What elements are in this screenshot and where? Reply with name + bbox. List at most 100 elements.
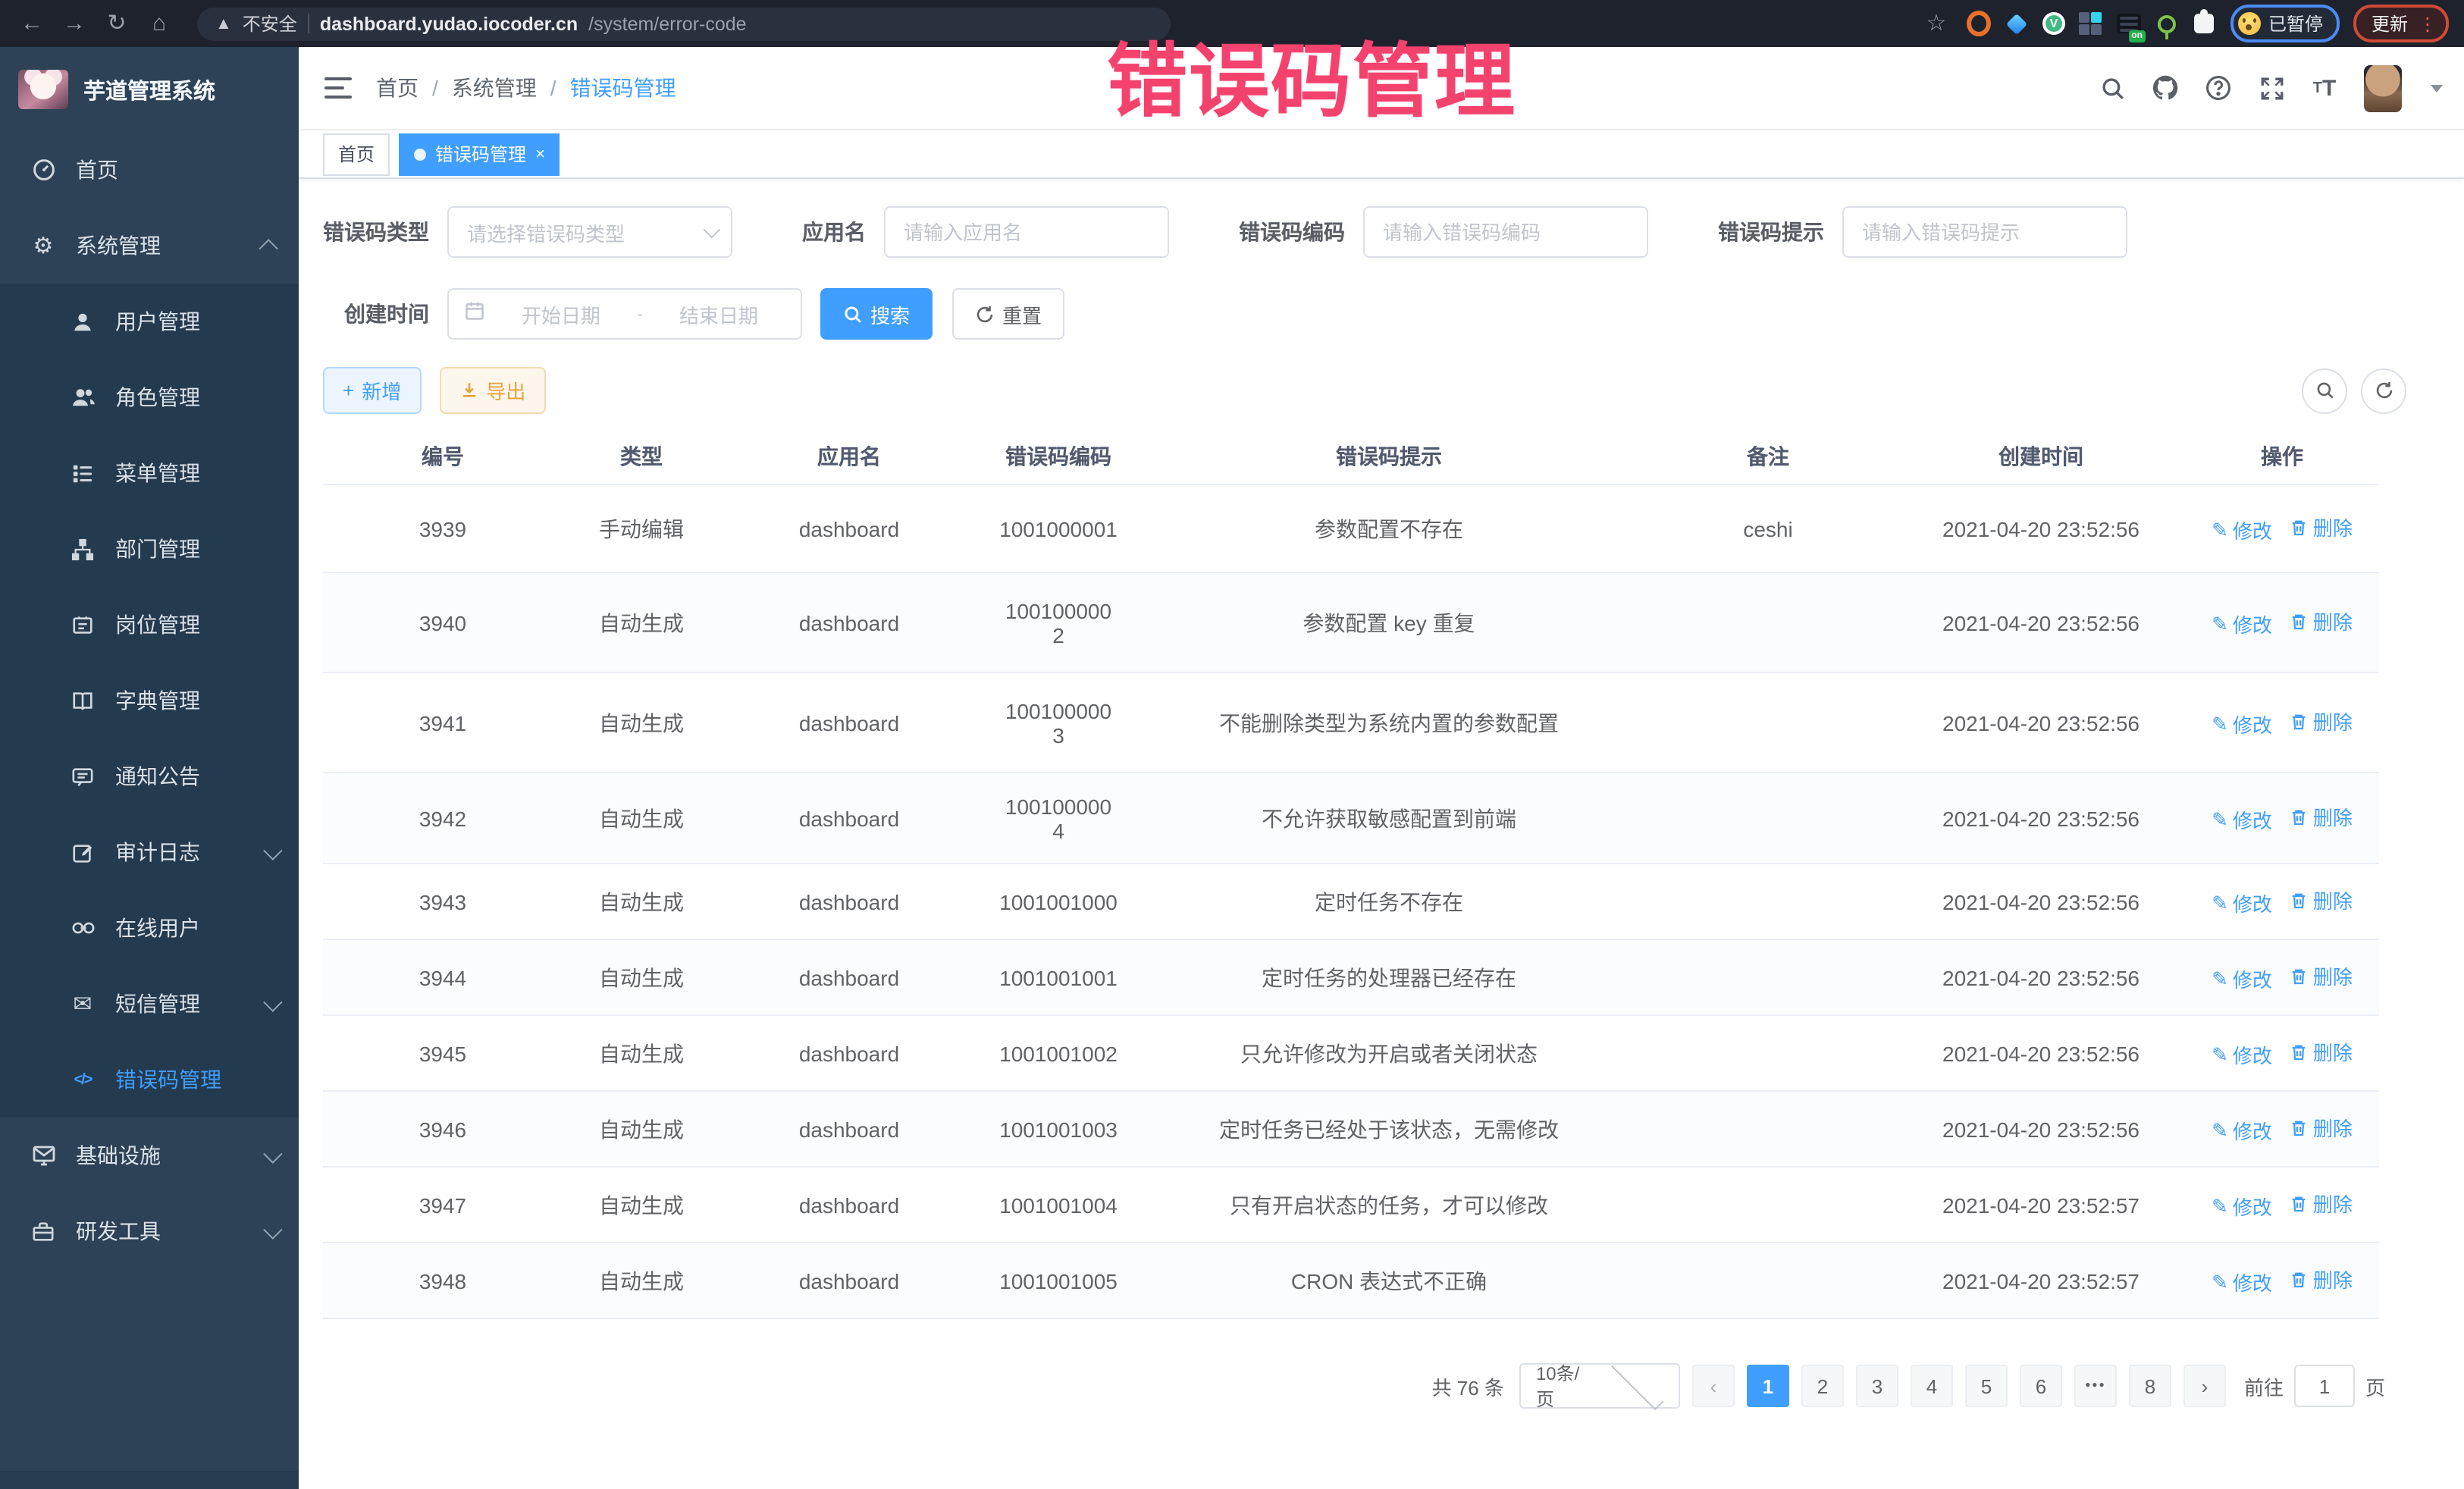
- extensions-puzzle-icon[interactable]: [2193, 11, 2217, 36]
- address-bar[interactable]: ▲ 不安全 dashboard.yudao.iocoder.cn/system/…: [197, 7, 1171, 40]
- sidebar-item-error-code-management[interactable]: </>错误码管理: [0, 1042, 299, 1118]
- breadcrumb: 首页 / 系统管理 / 错误码管理: [376, 73, 676, 103]
- delete-link[interactable]: 删除: [2290, 1113, 2353, 1142]
- sidebar-item-user-management[interactable]: 用户管理: [0, 284, 299, 359]
- sidebar-item-audit-log[interactable]: 审计日志: [0, 814, 299, 890]
- sidebar-item-dev-tools[interactable]: 研发工具: [0, 1193, 299, 1269]
- breadcrumb-system[interactable]: 系统管理: [452, 73, 537, 103]
- table-row: 3941自动生成dashboard1001000003不能删除类型为系统内置的参…: [323, 672, 2379, 773]
- app-logo-row[interactable]: 芋道管理系统: [0, 47, 299, 132]
- vue-devtools-icon[interactable]: V: [2042, 12, 2065, 35]
- github-icon[interactable]: [2152, 74, 2179, 102]
- reset-button[interactable]: 重置: [952, 288, 1064, 340]
- user-avatar[interactable]: [2364, 64, 2402, 111]
- app-name-input[interactable]: [884, 206, 1169, 258]
- cell-hint: 不允许获取敏感配置到前端: [1139, 773, 1639, 864]
- page-button-2[interactable]: 2: [1801, 1365, 1844, 1407]
- refresh-button[interactable]: [2361, 368, 2406, 413]
- home-icon[interactable]: ⌂: [143, 0, 176, 47]
- delete-link[interactable]: 删除: [2290, 886, 2353, 914]
- delete-link[interactable]: 删除: [2290, 513, 2353, 541]
- page-size-select[interactable]: 10条/页: [1519, 1363, 1680, 1409]
- edit-link[interactable]: ✎修改: [2212, 516, 2272, 544]
- page-button-3[interactable]: 3: [1856, 1365, 1898, 1407]
- sidebar: 芋道管理系统 首页⚙系统管理用户管理角色管理菜单管理部门管理岗位管理字典管理通知…: [0, 47, 299, 1489]
- error-type-select[interactable]: 请选择错误码类型: [447, 206, 732, 258]
- pencil-icon: ✎: [2212, 807, 2228, 832]
- breadcrumb-home[interactable]: 首页: [376, 73, 419, 103]
- edit-link[interactable]: ✎修改: [2212, 710, 2272, 738]
- sidebar-item-online-users[interactable]: 在线用户: [0, 890, 299, 966]
- add-button[interactable]: + 新增: [323, 367, 421, 414]
- page-button-8[interactable]: 8: [2129, 1365, 2171, 1407]
- browser-menu-icon[interactable]: ⋮: [2419, 16, 2437, 31]
- edit-link[interactable]: ✎修改: [2212, 1116, 2272, 1145]
- forward-icon[interactable]: →: [58, 0, 91, 47]
- delete-link[interactable]: 删除: [2290, 802, 2353, 831]
- delete-link[interactable]: 删除: [2290, 1037, 2353, 1066]
- toggle-search-button[interactable]: [2302, 368, 2347, 413]
- page-ellipsis[interactable]: ●●●: [2074, 1365, 2117, 1407]
- error-code-input[interactable]: [1363, 206, 1648, 258]
- edit-link[interactable]: ✎修改: [2212, 805, 2272, 834]
- browser-update-button[interactable]: 更新 ⋮: [2353, 5, 2449, 42]
- page-button-6[interactable]: 6: [2020, 1365, 2062, 1407]
- page-button-1[interactable]: 1: [1747, 1365, 1789, 1407]
- page-button-5[interactable]: 5: [1965, 1365, 2008, 1407]
- next-page-button[interactable]: ›: [2183, 1365, 2226, 1407]
- extension-icon-key[interactable]: [2155, 11, 2179, 36]
- hamburger-icon[interactable]: [324, 77, 352, 99]
- page-button-4[interactable]: 4: [1911, 1365, 1953, 1407]
- edit-link[interactable]: ✎修改: [2212, 1192, 2272, 1221]
- edit-link[interactable]: ✎修改: [2212, 964, 2272, 993]
- sidebar-item-sms-management[interactable]: ✉短信管理: [0, 966, 299, 1042]
- reload-icon[interactable]: ↻: [100, 0, 133, 47]
- tag-home[interactable]: 首页: [323, 133, 390, 175]
- search-icon[interactable]: [2099, 74, 2126, 102]
- sidebar-item-label: 研发工具: [76, 1216, 161, 1246]
- date-range-picker[interactable]: 开始日期 - 结束日期: [447, 288, 802, 340]
- tag-error-code[interactable]: 错误码管理 ×: [399, 133, 560, 175]
- error-hint-input[interactable]: [1842, 206, 2127, 258]
- close-icon[interactable]: ×: [535, 145, 545, 163]
- delete-link[interactable]: 删除: [2290, 1265, 2353, 1293]
- cell-time: 2021-04-20 23:52:56: [1897, 773, 2185, 864]
- chevron-down-icon[interactable]: [2431, 84, 2443, 92]
- extension-icon-grid[interactable]: [2079, 11, 2103, 36]
- monitor-icon: [30, 1143, 56, 1168]
- extension-icon-blue-gem[interactable]: [2005, 11, 2029, 36]
- sidebar-item-home[interactable]: 首页: [0, 132, 299, 208]
- edit-link[interactable]: ✎修改: [2212, 610, 2272, 638]
- sidebar-item-menu-management[interactable]: 菜单管理: [0, 435, 299, 511]
- cell-type: 自动生成: [563, 1091, 720, 1167]
- sidebar-item-infrastructure[interactable]: 基础设施: [0, 1118, 299, 1193]
- extension-icon-orange-ring[interactable]: [1967, 11, 1991, 36]
- prev-page-button[interactable]: ‹: [1692, 1365, 1735, 1407]
- export-button[interactable]: 导出: [439, 367, 545, 414]
- search-button[interactable]: 搜索: [820, 288, 933, 340]
- bookmark-star-icon[interactable]: ☆: [1920, 0, 1953, 47]
- sidebar-item-notice[interactable]: 通知公告: [0, 738, 299, 814]
- help-icon[interactable]: [2205, 74, 2232, 102]
- edit-link[interactable]: ✎修改: [2212, 1268, 2272, 1296]
- delete-link[interactable]: 删除: [2290, 961, 2353, 990]
- sidebar-item-post-management[interactable]: 岗位管理: [0, 587, 299, 663]
- cell-note: ceshi: [1639, 484, 1897, 572]
- sidebar-item-system-management[interactable]: ⚙系统管理: [0, 208, 299, 284]
- font-size-icon[interactable]: TT: [2311, 74, 2338, 102]
- paused-badge[interactable]: 已暂停: [2230, 5, 2340, 42]
- delete-link[interactable]: 删除: [2290, 707, 2353, 735]
- delete-link[interactable]: 删除: [2290, 1189, 2353, 1218]
- sidebar-item-dict-management[interactable]: 字典管理: [0, 663, 299, 738]
- edit-link[interactable]: ✎修改: [2212, 1040, 2272, 1069]
- active-dot-icon: [414, 148, 426, 160]
- tampermonkey-icon[interactable]: on: [2117, 11, 2141, 36]
- goto-page-input[interactable]: [2294, 1365, 2355, 1407]
- sidebar-item-dept-management[interactable]: 部门管理: [0, 511, 299, 587]
- fullscreen-icon[interactable]: [2258, 74, 2285, 102]
- dashboard-icon: [30, 157, 56, 183]
- delete-link[interactable]: 删除: [2290, 607, 2353, 635]
- edit-link[interactable]: ✎修改: [2212, 889, 2272, 917]
- sidebar-item-role-management[interactable]: 角色管理: [0, 359, 299, 435]
- back-icon[interactable]: ←: [15, 0, 49, 47]
